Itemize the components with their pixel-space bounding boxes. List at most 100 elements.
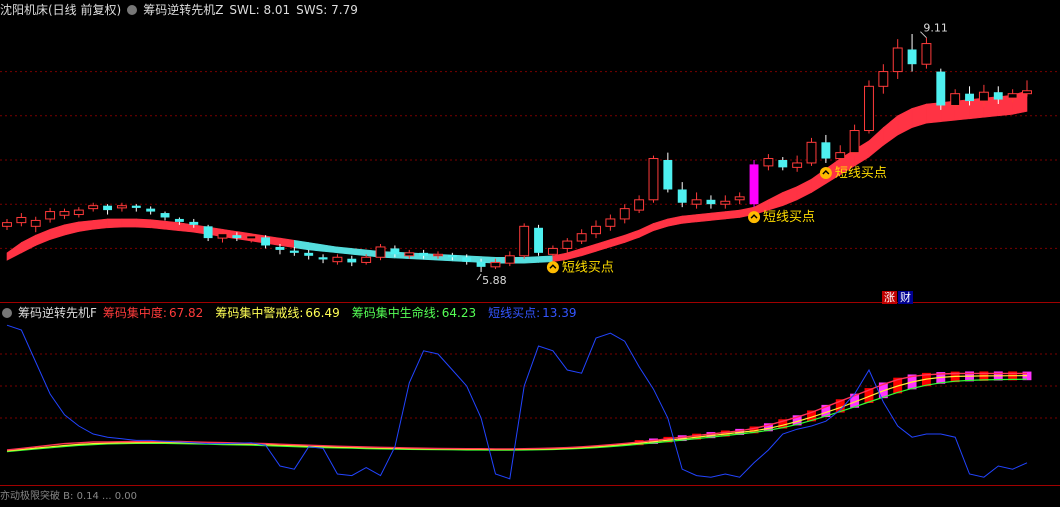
ribbon-segment xyxy=(581,243,597,257)
ribbon-segment xyxy=(667,215,683,227)
candle-body xyxy=(576,233,587,242)
buy-signal-label: 短线买点 xyxy=(835,166,887,181)
candle-body xyxy=(706,199,716,205)
candle-body xyxy=(778,160,788,168)
candle-body xyxy=(821,142,831,159)
candle-body xyxy=(936,71,946,106)
ribbon-segment xyxy=(351,248,367,257)
candle-body xyxy=(347,258,357,263)
candle-body xyxy=(763,158,774,167)
candle-body xyxy=(720,200,731,205)
ribbon-segment xyxy=(21,234,37,254)
chart-canvas: 9.115.88短线买点短线买点短线买点 xyxy=(0,22,1060,486)
candle-body xyxy=(691,199,702,205)
ribbon-segment xyxy=(911,103,927,128)
candle-body xyxy=(648,158,659,201)
candle-body xyxy=(562,240,573,249)
ribbon-segment xyxy=(523,256,539,264)
ribbon-segment xyxy=(624,229,640,243)
ribbon-segment xyxy=(49,224,65,240)
ribbon-segment xyxy=(337,246,353,255)
sub-header-value: 13.39 xyxy=(542,306,577,320)
ribbon-segment xyxy=(595,239,611,252)
sws-value: SWS: 7.79 xyxy=(296,3,358,17)
ribbon-segment xyxy=(64,221,80,236)
candle-body xyxy=(318,257,328,260)
ribbon-segment xyxy=(681,214,697,224)
indicator-header: 筹码逆转先机F 筹码集中度: 67.82 筹码集中警戒线: 66.49 筹码集中生命线: 6… xyxy=(0,303,595,323)
ribbon-segment xyxy=(107,218,123,229)
candle-body xyxy=(390,248,400,255)
candle-body xyxy=(174,218,184,222)
sub-header-item: 筹码集中警戒线: 66.49 xyxy=(215,306,345,320)
stock-title: 沈阳机床(日线 前复权) xyxy=(0,3,122,17)
sub-indicator-name[interactable]: 筹码逆转先机F xyxy=(18,306,97,320)
candle-body xyxy=(232,235,242,239)
buy-signal-label: 短线买点 xyxy=(562,260,614,275)
candle-body xyxy=(965,93,974,102)
candle-body xyxy=(16,216,27,224)
candle-body xyxy=(993,92,1003,100)
ribbon-segment xyxy=(782,186,798,207)
candle-body xyxy=(30,219,41,227)
bottom-indicator-header: 亦动极限突破 B: 0.14 ... 0.00 xyxy=(0,491,138,502)
candle-body xyxy=(447,255,457,258)
sub-header-label: 短线买点: xyxy=(488,306,541,320)
cai-tag[interactable]: 财 xyxy=(898,291,913,304)
candle-body xyxy=(146,208,156,212)
candle-body xyxy=(332,256,343,263)
candle-body xyxy=(749,164,759,205)
candle-body xyxy=(246,235,257,240)
candle-body xyxy=(433,253,443,257)
candle-body xyxy=(677,189,687,203)
ribbon-segment xyxy=(78,220,94,232)
ribbon-segment xyxy=(35,228,51,246)
ribbon-segment xyxy=(322,244,338,254)
candle-body xyxy=(189,221,199,225)
candle-body xyxy=(261,237,271,246)
candle-body xyxy=(275,246,285,250)
candle-body xyxy=(88,205,99,210)
sub-header-value: 66.49 xyxy=(305,306,340,320)
candle-body xyxy=(419,252,429,256)
candle-body xyxy=(519,225,530,257)
candle-body xyxy=(404,252,415,257)
sub-header-item: 筹码集中生命线: 64.23 xyxy=(352,306,482,320)
candle-body xyxy=(504,255,515,264)
ribbon-segment xyxy=(883,115,899,146)
candle-body xyxy=(1022,90,1032,95)
candle-body xyxy=(45,211,56,220)
candle-body xyxy=(476,261,486,267)
ribbon-segment xyxy=(164,220,180,232)
sub-header-label: 筹码集中警戒线: xyxy=(215,306,304,320)
candle-body xyxy=(490,261,501,268)
ribbon-segment xyxy=(135,218,151,229)
short-buy-line xyxy=(6,324,1028,480)
settings-icon[interactable] xyxy=(2,308,12,318)
candle-body xyxy=(160,213,170,218)
candle-body xyxy=(892,47,903,73)
candle-body xyxy=(907,49,917,65)
candle-body xyxy=(289,250,299,253)
candle-body xyxy=(591,225,601,235)
ribbon-segment xyxy=(710,211,726,221)
ribbon-segment xyxy=(926,102,942,124)
ribbon-segment xyxy=(566,248,582,260)
sub-header-value: 64.23 xyxy=(441,306,477,320)
ribbon-segment xyxy=(653,218,669,232)
ribbon-segment xyxy=(308,242,324,252)
candle-body xyxy=(131,205,141,208)
zhang-tag[interactable]: 涨 xyxy=(882,291,897,304)
buy-signal-icon xyxy=(748,211,761,224)
concentration-line xyxy=(6,372,1028,451)
ribbon-segment xyxy=(6,241,22,261)
settings-icon[interactable] xyxy=(127,5,138,15)
candle-body xyxy=(605,218,616,227)
candle-body xyxy=(59,211,70,216)
candle-body xyxy=(534,227,544,253)
ribbon-segment xyxy=(610,234,626,248)
indicator-name[interactable]: 筹码逆转先机Z xyxy=(143,3,223,17)
candle-body xyxy=(864,85,874,132)
candle-body xyxy=(950,93,961,106)
ribbon-segment xyxy=(538,255,554,263)
